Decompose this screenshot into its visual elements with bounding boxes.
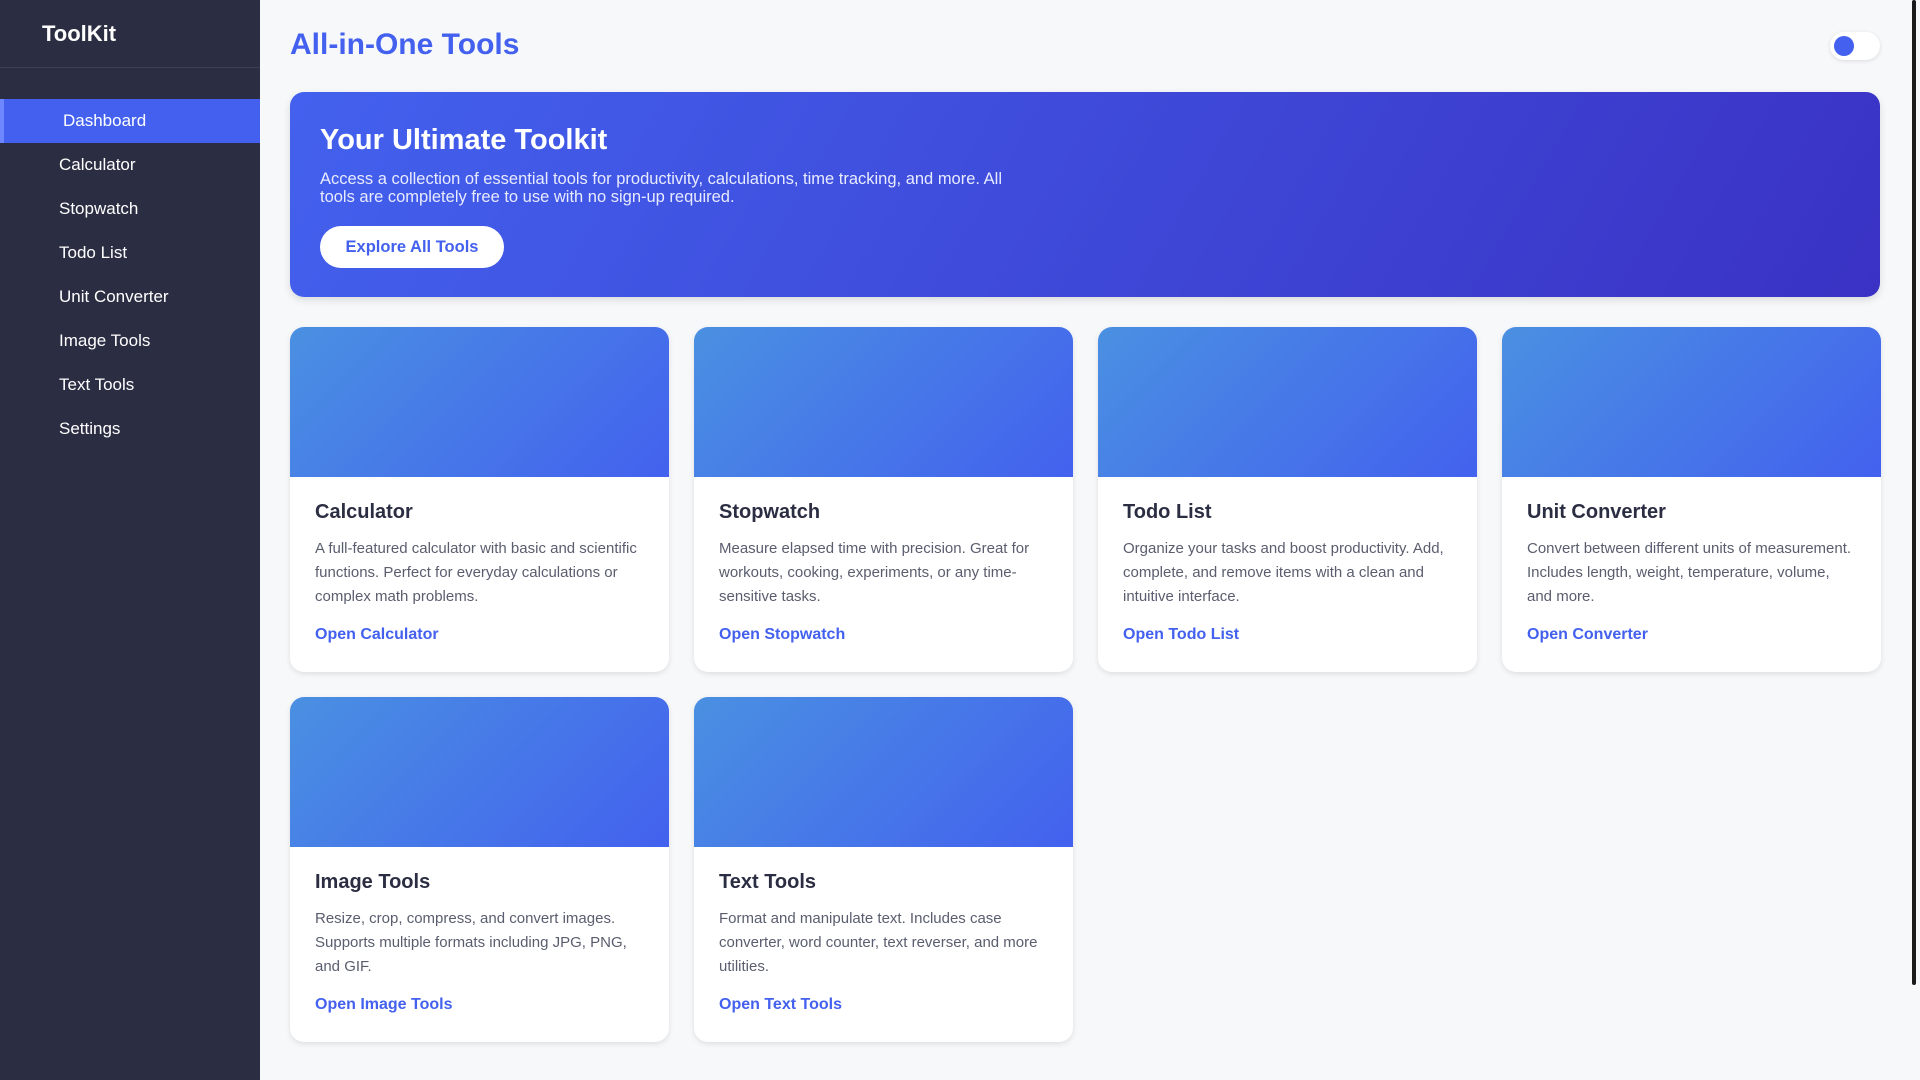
card-body: Todo List Organize your tasks and boost … (1098, 477, 1477, 668)
card-title: Text Tools (719, 871, 817, 893)
card-description: Organize your tasks and boost productivi… (1123, 540, 1444, 605)
open-calculator-link[interactable]: Open Calculator (315, 626, 439, 644)
card-image (694, 697, 1073, 847)
card-body: Image Tools Resize, crop, compress, and … (290, 847, 669, 1038)
sidebar-item-image-tools[interactable]: Image Tools (0, 319, 260, 363)
card-title: Stopwatch (719, 501, 821, 523)
open-image-tools-link[interactable]: Open Image Tools (315, 996, 453, 1014)
card-body: Calculator A full-featured calculator wi… (290, 477, 669, 668)
tool-card-calculator: Calculator A full-featured calculator wi… (290, 327, 669, 672)
card-image (290, 697, 669, 847)
card-title: Todo List (1123, 501, 1212, 523)
main-content: All-in-One Tools Your Ultimate Toolkit A… (260, 0, 1920, 1080)
card-image (1502, 327, 1881, 477)
card-image (1098, 327, 1477, 477)
sidebar-item-calculator[interactable]: Calculator (0, 143, 260, 187)
sidebar: ToolKit Dashboard Calculator Stopwatch T… (0, 0, 260, 1080)
card-body: Text Tools Format and manipulate text. I… (694, 847, 1073, 1038)
card-title: Unit Converter (1527, 501, 1666, 523)
card-title: Calculator (315, 501, 413, 523)
card-title: Image Tools (315, 871, 431, 893)
scrollbar[interactable] (1912, 0, 1916, 985)
open-text-tools-link[interactable]: Open Text Tools (719, 996, 842, 1014)
sidebar-item-todo-list[interactable]: Todo List (0, 231, 260, 275)
theme-toggle[interactable] (1830, 32, 1880, 60)
card-body: Unit Converter Convert between different… (1502, 477, 1881, 668)
card-image (290, 327, 669, 477)
hero-banner: Your Ultimate Toolkit Access a collectio… (290, 92, 1880, 297)
hero-description: Access a collection of essential tools f… (320, 170, 1003, 206)
card-body: Stopwatch Measure elapsed time with prec… (694, 477, 1073, 668)
explore-all-tools-button[interactable]: Explore All Tools (320, 226, 504, 268)
card-description: Convert between different units of measu… (1527, 540, 1852, 605)
sidebar-nav: Dashboard Calculator Stopwatch Todo List… (0, 99, 260, 451)
tool-card-text-tools: Text Tools Format and manipulate text. I… (694, 697, 1073, 1042)
tool-card-image-tools: Image Tools Resize, crop, compress, and … (290, 697, 669, 1042)
tool-card-todo-list: Todo List Organize your tasks and boost … (1098, 327, 1477, 672)
open-todo-list-link[interactable]: Open Todo List (1123, 626, 1239, 644)
open-stopwatch-link[interactable]: Open Stopwatch (719, 626, 845, 644)
app: ToolKit Dashboard Calculator Stopwatch T… (0, 0, 1920, 1080)
sidebar-item-text-tools[interactable]: Text Tools (0, 363, 260, 407)
card-description: A full-featured calculator with basic an… (315, 540, 637, 605)
tool-card-unit-converter: Unit Converter Convert between different… (1502, 327, 1881, 672)
sidebar-item-dashboard[interactable]: Dashboard (0, 99, 260, 143)
brand-logo[interactable]: ToolKit (0, 0, 260, 68)
tools-grid: Calculator A full-featured calculator wi… (290, 327, 1881, 1042)
sidebar-item-unit-converter[interactable]: Unit Converter (0, 275, 260, 319)
toggle-icon (1834, 36, 1854, 56)
card-description: Measure elapsed time with precision. Gre… (719, 540, 1030, 605)
page-title: All-in-One Tools (290, 28, 520, 61)
tool-card-stopwatch: Stopwatch Measure elapsed time with prec… (694, 327, 1073, 672)
sidebar-item-stopwatch[interactable]: Stopwatch (0, 187, 260, 231)
hero-title: Your Ultimate Toolkit (320, 124, 608, 156)
card-image (694, 327, 1073, 477)
card-description: Resize, crop, compress, and convert imag… (315, 910, 627, 975)
card-description: Format and manipulate text. Includes cas… (719, 910, 1038, 975)
sidebar-item-settings[interactable]: Settings (0, 407, 260, 451)
open-converter-link[interactable]: Open Converter (1527, 626, 1648, 644)
